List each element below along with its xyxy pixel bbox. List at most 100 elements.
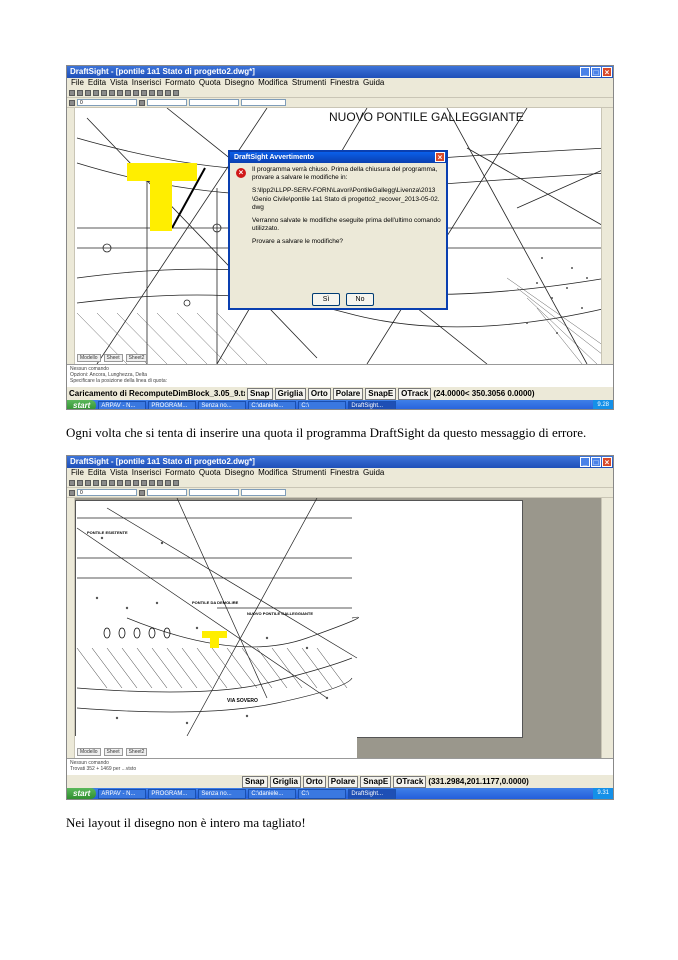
open-file-icon[interactable] (77, 479, 83, 486)
cut-icon[interactable] (101, 479, 107, 486)
menu-inserisci[interactable]: Inserisci (132, 78, 161, 88)
polar-toggle[interactable]: Polare (327, 775, 359, 788)
menu-formato[interactable]: Formato (165, 78, 195, 88)
esnap-toggle[interactable]: SnapE (360, 775, 392, 788)
menu-modifica[interactable]: Modifica (258, 78, 288, 88)
color-combo[interactable] (147, 489, 187, 496)
properties-icon[interactable] (165, 89, 171, 96)
open-file-icon[interactable] (77, 89, 83, 96)
ortho-toggle[interactable]: Orto (302, 775, 326, 788)
taskbar-item[interactable]: C:\daniele... (248, 400, 297, 409)
zoom-window-icon[interactable] (157, 89, 163, 96)
taskbar-item[interactable]: Senza no... (198, 788, 247, 799)
menu-formato[interactable]: Formato (165, 468, 195, 478)
otrack-toggle[interactable]: OTrack (393, 775, 427, 788)
menu-disegno[interactable]: Disegno (225, 468, 254, 478)
zoom-icon[interactable] (149, 479, 155, 486)
cut-icon[interactable] (101, 89, 107, 96)
taskbar-item[interactable]: ARPAV - N... (98, 788, 147, 799)
color-icon[interactable] (139, 489, 145, 496)
tab-model[interactable]: Modello (77, 748, 101, 756)
taskbar-item[interactable]: C:\ (298, 400, 347, 409)
taskbar-item[interactable]: PROGRAM... (148, 400, 197, 409)
command-window[interactable]: Nessun comando Trovati 352 + 1469 per ..… (67, 758, 613, 775)
copy-icon[interactable] (109, 89, 115, 96)
yes-button[interactable]: Sì (312, 293, 340, 306)
taskbar-item[interactable]: C:\daniele... (248, 788, 297, 799)
no-button[interactable]: No (346, 293, 374, 306)
tab-model[interactable]: Modello (77, 354, 101, 362)
properties-icon[interactable] (165, 479, 171, 486)
tab-sheet2[interactable]: Sheet2 (125, 748, 148, 756)
undo-icon[interactable] (125, 89, 131, 96)
paste-icon[interactable] (117, 479, 123, 486)
start-button[interactable]: start (67, 400, 97, 409)
pan-icon[interactable] (141, 479, 147, 486)
esnap-toggle[interactable]: SnapE (365, 387, 397, 400)
otrack-toggle[interactable]: OTrack (398, 387, 432, 400)
taskbar-item[interactable]: PROGRAM... (148, 788, 197, 799)
print-icon[interactable] (93, 479, 99, 486)
taskbar-item-draftsight[interactable]: DraftSight... (348, 788, 397, 799)
polar-toggle[interactable]: Polare (332, 387, 364, 400)
taskbar-item[interactable]: ARPAV - N... (98, 400, 147, 409)
minimize-button[interactable]: _ (580, 67, 590, 77)
close-button[interactable]: × (602, 457, 612, 467)
grid-toggle[interactable]: Griglia (274, 387, 306, 400)
taskbar-item[interactable]: C:\ (298, 788, 347, 799)
color-combo[interactable] (147, 99, 187, 106)
lineweight-combo[interactable] (241, 99, 286, 106)
menu-strumenti[interactable]: Strumenti (292, 78, 326, 88)
menu-guida[interactable]: Guida (363, 468, 384, 478)
linestyle-combo[interactable] (189, 489, 239, 496)
menu-finestra[interactable]: Finestra (330, 468, 359, 478)
menu-guida[interactable]: Guida (363, 78, 384, 88)
copy-icon[interactable] (109, 479, 115, 486)
redo-icon[interactable] (133, 479, 139, 486)
layers-icon[interactable] (173, 89, 179, 96)
layer-combo[interactable]: 0 (77, 489, 137, 496)
undo-icon[interactable] (125, 479, 131, 486)
menu-quota[interactable]: Quota (199, 78, 221, 88)
command-window[interactable]: Nessun comando Opzioni: Ancora, Lunghezz… (67, 364, 613, 387)
layer-manager-icon[interactable] (69, 489, 75, 496)
ortho-toggle[interactable]: Orto (307, 387, 331, 400)
menu-modifica[interactable]: Modifica (258, 468, 288, 478)
zoom-icon[interactable] (149, 89, 155, 96)
taskbar-item[interactable]: Senza no... (198, 400, 247, 409)
menu-quota[interactable]: Quota (199, 468, 221, 478)
taskbar-item-draftsight[interactable]: DraftSight... (348, 400, 397, 409)
lineweight-combo[interactable] (241, 489, 286, 496)
redo-icon[interactable] (133, 89, 139, 96)
linestyle-combo[interactable] (189, 99, 239, 106)
layer-manager-icon[interactable] (69, 99, 75, 106)
new-file-icon[interactable] (69, 89, 75, 96)
snap-toggle[interactable]: Snap (242, 775, 268, 788)
new-file-icon[interactable] (69, 479, 75, 486)
menu-inserisci[interactable]: Inserisci (132, 468, 161, 478)
grid-toggle[interactable]: Griglia (269, 775, 301, 788)
dialog-close-button[interactable]: × (435, 152, 445, 162)
menu-vista[interactable]: Vista (110, 78, 128, 88)
menu-strumenti[interactable]: Strumenti (292, 468, 326, 478)
tab-sheet[interactable]: Sheet (103, 354, 123, 362)
menu-disegno[interactable]: Disegno (225, 78, 254, 88)
color-icon[interactable] (139, 99, 145, 106)
drawing-canvas[interactable]: PONTILE DA DEMOLIRE NUOVO PONTILE GALLEG… (67, 498, 613, 758)
menu-edita[interactable]: Edita (88, 78, 106, 88)
paste-icon[interactable] (117, 89, 123, 96)
start-button[interactable]: start (67, 788, 97, 799)
minimize-button[interactable]: _ (580, 457, 590, 467)
zoom-window-icon[interactable] (157, 479, 163, 486)
tab-sheet[interactable]: Sheet (103, 748, 123, 756)
menu-file[interactable]: File (71, 468, 84, 478)
layers-icon[interactable] (173, 479, 179, 486)
pan-icon[interactable] (141, 89, 147, 96)
maximize-button[interactable]: □ (591, 457, 601, 467)
menu-vista[interactable]: Vista (110, 468, 128, 478)
maximize-button[interactable]: □ (591, 67, 601, 77)
save-icon[interactable] (85, 479, 91, 486)
menu-file[interactable]: File (71, 78, 84, 88)
layer-combo[interactable]: 0 (77, 99, 137, 106)
menu-edita[interactable]: Edita (88, 468, 106, 478)
